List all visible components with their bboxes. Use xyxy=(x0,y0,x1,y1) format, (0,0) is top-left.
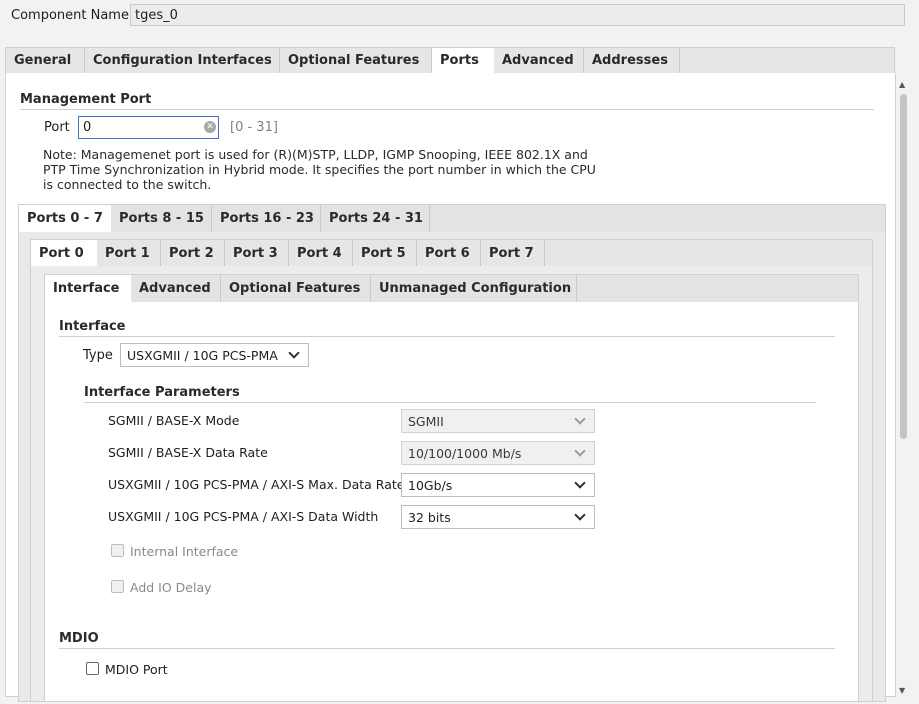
chevron-down-icon xyxy=(574,413,586,425)
interface-parameters-title: Interface Parameters xyxy=(84,385,240,400)
vertical-scrollbar-thumb[interactable] xyxy=(900,94,907,439)
tab-general[interactable]: General xyxy=(6,48,85,73)
management-port-label: Port xyxy=(44,120,70,135)
usxgmii-max-data-rate-value: 10Gb/s xyxy=(408,477,453,493)
tab-port-0[interactable]: Port 0 xyxy=(31,240,97,266)
management-port-note: Note: Managemenet port is used for (R)(M… xyxy=(43,147,596,192)
sgmii-data-rate-value: 10/100/1000 Mb/s xyxy=(408,445,522,461)
tab-port-1[interactable]: Port 1 xyxy=(97,240,161,266)
main-tab-bar: General Configuration Interfaces Optiona… xyxy=(5,47,895,73)
add-io-delay-checkbox xyxy=(111,580,124,593)
tab-port-4[interactable]: Port 4 xyxy=(289,240,353,266)
interface-type-value: USXGMII / 10G PCS-PMA xyxy=(127,347,278,363)
sgmii-mode-value: SGMII xyxy=(408,413,444,429)
interface-type-label: Type xyxy=(83,348,113,363)
add-io-delay-label: Add IO Delay xyxy=(130,580,212,595)
chevron-down-icon xyxy=(574,445,586,457)
tab-advanced[interactable]: Advanced xyxy=(494,48,584,73)
component-name-label: Component Name xyxy=(11,8,129,23)
tab-interface[interactable]: Interface xyxy=(45,275,131,302)
usxgmii-max-data-rate-select[interactable]: 10Gb/s xyxy=(401,473,595,497)
management-port-input[interactable] xyxy=(78,116,219,139)
tab-optional-features[interactable]: Optional Features xyxy=(280,48,432,73)
tab-unmanaged-configuration[interactable]: Unmanaged Configuration xyxy=(371,275,577,302)
internal-interface-label: Internal Interface xyxy=(130,544,239,559)
tab-port-2[interactable]: Port 2 xyxy=(161,240,225,266)
port-tab-bar: Port 0 Port 1 Port 2 Port 3 Port 4 Port … xyxy=(30,239,873,266)
mdio-port-checkbox[interactable] xyxy=(86,662,99,675)
tab-ports-24-31[interactable]: Ports 24 - 31 xyxy=(321,205,430,232)
usxgmii-data-width-value: 32 bits xyxy=(408,509,451,525)
port-range-hint: [0 - 31] xyxy=(230,120,278,135)
tab-port-optional-features[interactable]: Optional Features xyxy=(221,275,371,302)
sgmii-mode-select: SGMII xyxy=(401,409,595,433)
component-name-input[interactable] xyxy=(130,4,905,26)
tab-port-7[interactable]: Port 7 xyxy=(481,240,545,266)
chevron-down-icon xyxy=(574,509,586,521)
divider xyxy=(20,109,874,110)
internal-interface-checkbox xyxy=(111,544,124,557)
scroll-up-arrow-icon[interactable]: ▲ xyxy=(899,80,905,89)
usxgmii-data-width-label: USXGMII / 10G PCS-PMA / AXI-S Data Width xyxy=(108,509,379,524)
tab-port-3[interactable]: Port 3 xyxy=(225,240,289,266)
interface-type-select[interactable]: USXGMII / 10G PCS-PMA xyxy=(120,343,309,367)
port-config-tab-bar: Interface Advanced Optional Features Unm… xyxy=(44,274,859,302)
sgmii-mode-label: SGMII / BASE-X Mode xyxy=(108,413,240,428)
chevron-down-icon xyxy=(288,347,300,359)
usxgmii-max-data-rate-label: USXGMII / 10G PCS-PMA / AXI-S Max. Data … xyxy=(108,477,405,492)
divider xyxy=(59,648,835,649)
tab-addresses[interactable]: Addresses xyxy=(584,48,680,73)
mdio-port-label: MDIO Port xyxy=(105,662,168,677)
tab-port-5[interactable]: Port 5 xyxy=(353,240,417,266)
tab-port-6[interactable]: Port 6 xyxy=(417,240,481,266)
interface-title: Interface xyxy=(59,319,126,334)
scroll-down-arrow-icon[interactable]: ▼ xyxy=(899,686,905,695)
chevron-down-icon xyxy=(574,477,586,489)
tab-ports-0-7[interactable]: Ports 0 - 7 xyxy=(19,205,111,232)
tab-ports-8-15[interactable]: Ports 8 - 15 xyxy=(111,205,212,232)
divider xyxy=(59,336,835,337)
sgmii-data-rate-select: 10/100/1000 Mb/s xyxy=(401,441,595,465)
mdio-title: MDIO xyxy=(59,631,99,646)
usxgmii-data-width-select[interactable]: 32 bits xyxy=(401,505,595,529)
port-group-tab-bar: Ports 0 - 7 Ports 8 - 15 Ports 16 - 23 P… xyxy=(18,204,886,232)
divider xyxy=(84,402,816,403)
tab-ports[interactable]: Ports xyxy=(432,48,494,73)
sgmii-data-rate-label: SGMII / BASE-X Data Rate xyxy=(108,445,268,460)
clear-icon[interactable]: ✕ xyxy=(204,121,216,133)
tab-ports-16-23[interactable]: Ports 16 - 23 xyxy=(212,205,321,232)
tab-configuration-interfaces[interactable]: Configuration Interfaces xyxy=(85,48,280,73)
management-port-title: Management Port xyxy=(20,92,152,107)
tab-port-advanced[interactable]: Advanced xyxy=(131,275,221,302)
